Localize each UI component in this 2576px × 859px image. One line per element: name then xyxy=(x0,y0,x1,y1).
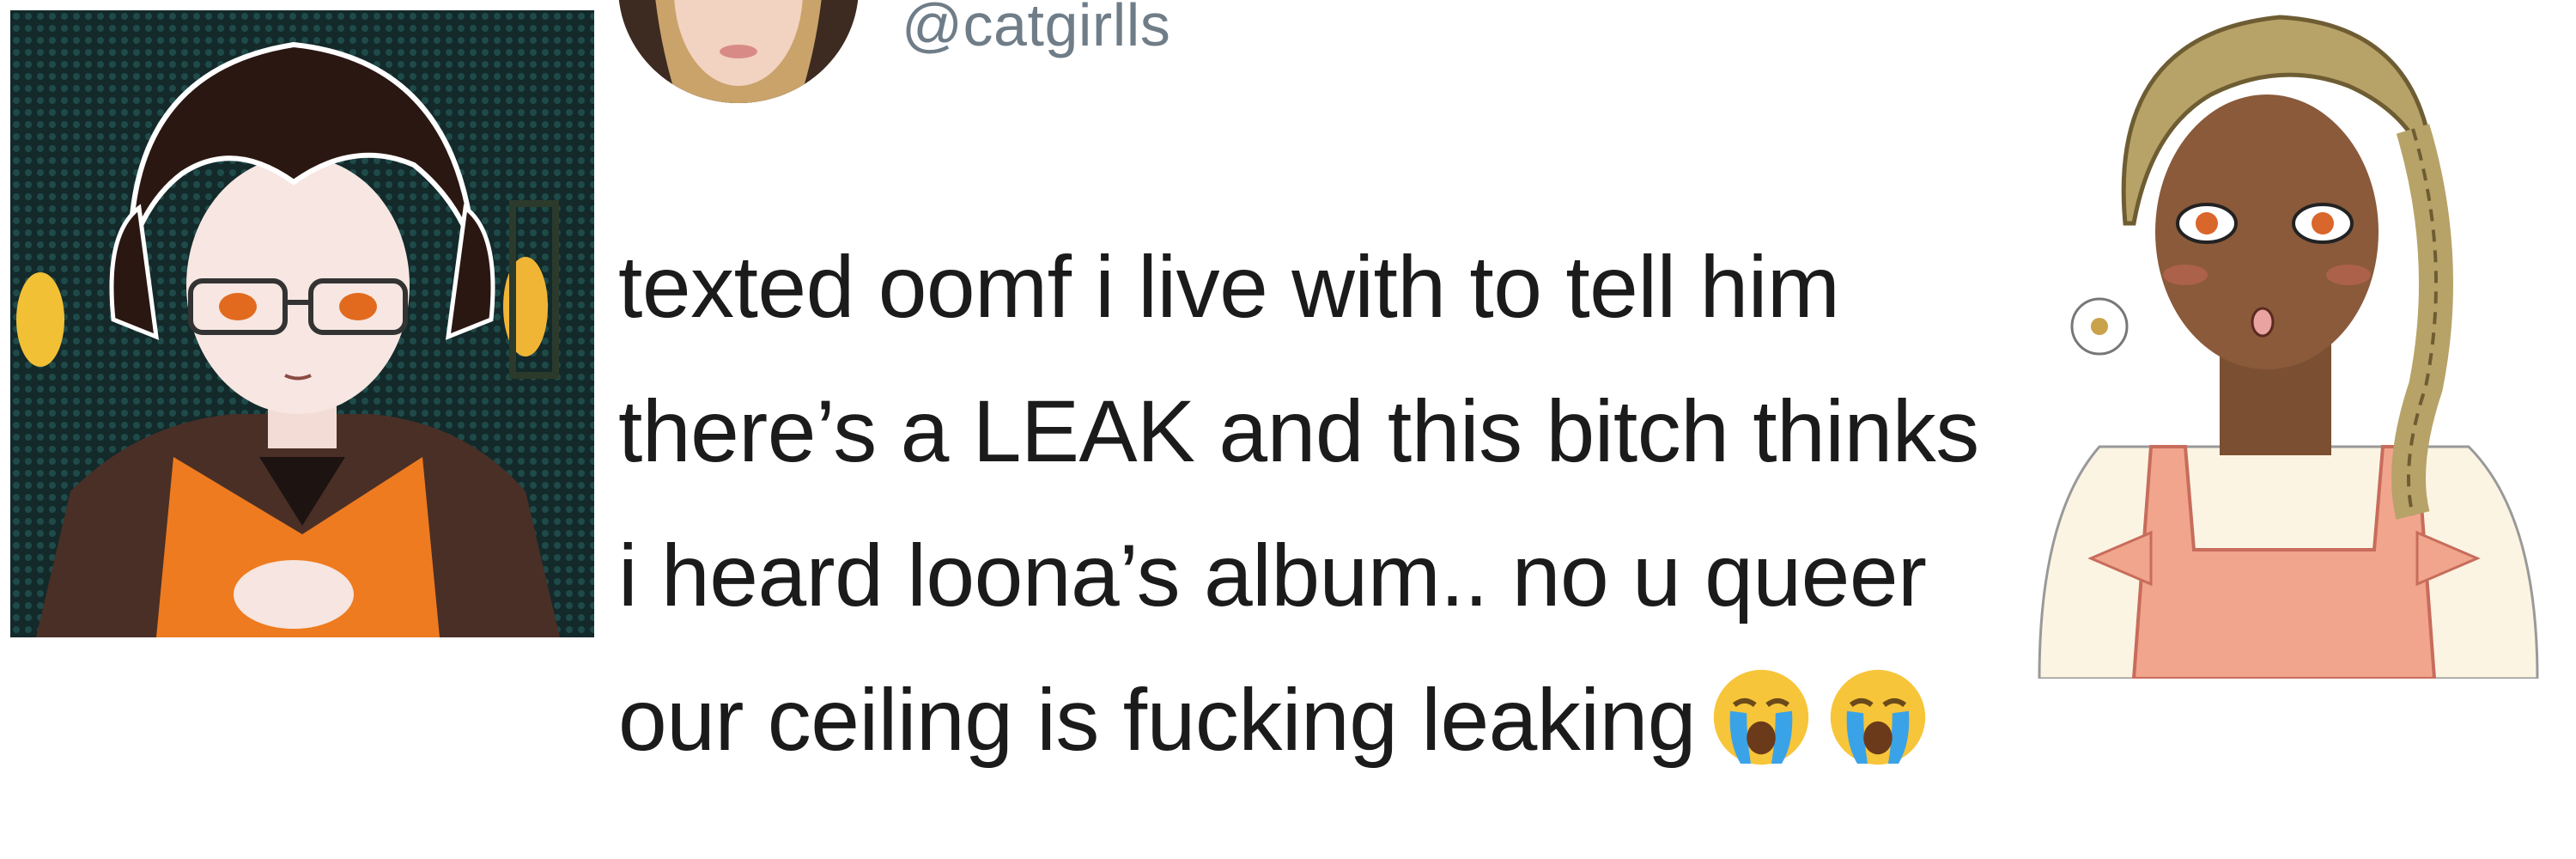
tweet-line-2: there’s a LEAK and this bitch thinks xyxy=(618,382,1979,480)
tweet-line-4: our ceiling is fucking leaking xyxy=(618,648,2095,792)
tweet-line-3: i heard loona’s album.. no u queer xyxy=(618,527,1927,624)
left-character-image xyxy=(10,10,594,637)
loudly-crying-face-icon xyxy=(1826,666,1929,769)
tweet-card: @catgirlls texted oomf i live with to te… xyxy=(618,0,2095,859)
meme-canvas: @catgirlls texted oomf i live with to te… xyxy=(0,0,2576,859)
right-character-illustration xyxy=(2038,15,2539,679)
left-character-illustration xyxy=(10,10,594,637)
tweet-handle[interactable]: @catgirlls xyxy=(902,0,1170,55)
loudly-crying-face-icon xyxy=(1710,666,1813,769)
tweet-line-1: texted oomf i live with to tell him xyxy=(618,238,1840,336)
profile-avatar[interactable] xyxy=(618,0,859,103)
avatar-photo xyxy=(618,0,859,103)
tweet-line-4-text: our ceiling is fucking leaking xyxy=(618,671,1697,769)
right-character-image xyxy=(2022,0,2546,679)
tweet-text: texted oomf i live with to tell him ther… xyxy=(618,215,2095,792)
